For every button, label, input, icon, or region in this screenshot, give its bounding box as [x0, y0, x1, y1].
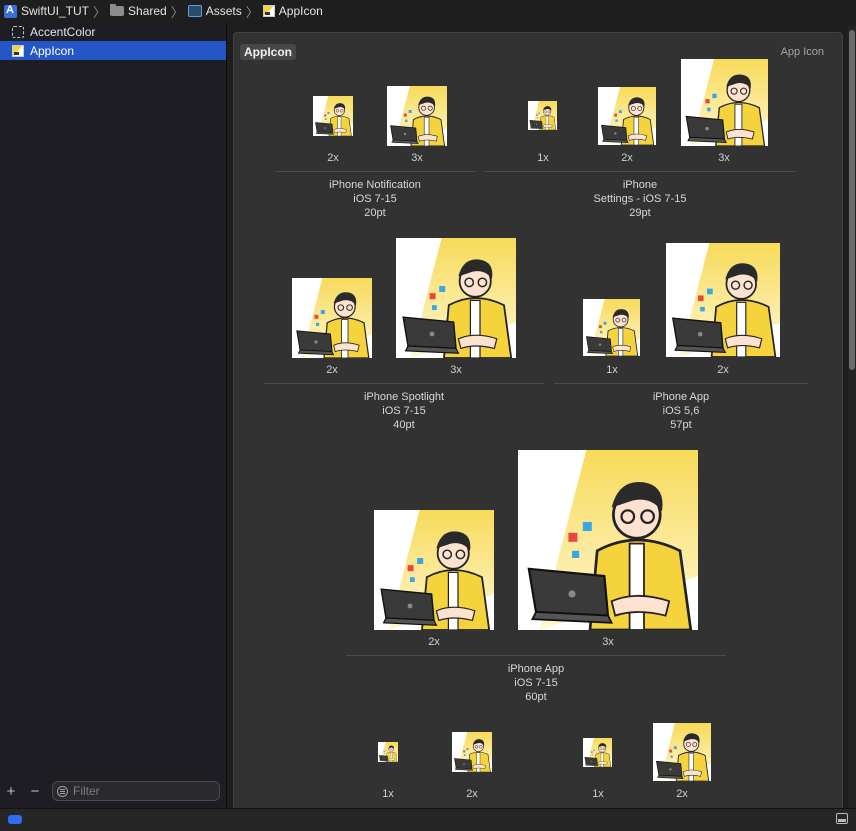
panel-type-label: App Icon — [780, 46, 824, 58]
icon-slot-settings-2x[interactable] — [598, 87, 656, 145]
group-divider — [264, 383, 544, 384]
size-label: 60pt — [525, 691, 547, 703]
group-caption-spotlight: iPhone Spotlight iOS 7-15 40pt — [304, 390, 504, 432]
filter-icon — [57, 785, 68, 797]
breadcrumb-label: SwiftUI_TUT — [21, 4, 90, 18]
icon-slot-notification-2x[interactable] — [313, 96, 353, 136]
icon-slot-row4-right-1x[interactable] — [583, 738, 612, 767]
scale-label: 2x — [717, 364, 729, 376]
device-label: iPhone Spotlight — [363, 391, 445, 403]
group-caption-app57: iPhone App iOS 5,6 57pt — [581, 390, 781, 432]
activity-indicator-icon — [8, 815, 22, 824]
chevron-right-icon: 〉 — [93, 4, 107, 20]
size-label: 29pt — [629, 207, 651, 219]
breadcrumb-assets[interactable]: Assets — [187, 4, 242, 18]
icon-slot-spotlight-2x[interactable] — [292, 278, 372, 358]
asset-catalog-icon — [187, 5, 202, 17]
group-divider — [275, 171, 475, 172]
group-caption-notification: iPhone Notification iOS 7-15 20pt — [275, 178, 475, 220]
app-icon-set-icon — [262, 5, 275, 17]
icon-slot-notification-3x[interactable] — [387, 86, 447, 146]
sidebar-item-label: AppIcon — [30, 43, 75, 58]
breadcrumb-label: AppIcon — [278, 4, 323, 18]
os-label: iOS 5,6 — [662, 405, 700, 417]
os-label: iOS 7-15 — [514, 677, 558, 689]
scale-label: 2x — [676, 788, 688, 800]
group-divider — [346, 655, 726, 656]
scale-label: 3x — [450, 364, 462, 376]
scale-label: 1x — [537, 152, 549, 164]
size-label: 57pt — [670, 419, 692, 431]
scrollbar-thumb[interactable] — [849, 30, 855, 370]
group-caption-settings: iPhone Settings - iOS 7-15 29pt — [540, 178, 740, 220]
icon-slot-row4-left-2x[interactable] — [452, 732, 492, 772]
scale-label: 2x — [621, 152, 633, 164]
scale-label: 2x — [428, 636, 440, 648]
scale-label: 3x — [602, 636, 614, 648]
breadcrumb-project[interactable]: SwiftUI_TUT — [4, 4, 89, 18]
remove-button[interactable]: − — [28, 783, 42, 800]
add-button[interactable]: + — [4, 783, 18, 800]
scale-label: 1x — [606, 364, 618, 376]
panel-title: AppIcon — [240, 44, 296, 60]
icon-slot-spotlight-3x[interactable] — [396, 238, 516, 358]
breadcrumb-label: Shared — [128, 4, 167, 18]
icon-slot-app57-1x[interactable] — [583, 299, 640, 356]
breadcrumb: SwiftUI_TUT 〉 Shared 〉 Assets 〉 AppIcon — [0, 0, 856, 22]
filter-field[interactable] — [52, 781, 220, 801]
icon-slot-row4-right-2x[interactable] — [653, 723, 711, 781]
device-label: iPhone App — [507, 663, 565, 675]
toggle-debug-area-icon[interactable] — [836, 813, 848, 824]
scale-label: 3x — [718, 152, 730, 164]
os-label: Settings - iOS 7-15 — [593, 193, 687, 205]
device-label: iPhone — [622, 179, 658, 191]
os-label: iOS 7-15 — [382, 405, 426, 417]
filter-input[interactable] — [73, 784, 203, 798]
chevron-right-icon: 〉 — [245, 4, 259, 20]
asset-editor: AppIcon App Icon 2x 3x iPhone Notificati… — [227, 22, 856, 810]
sidebar-item-appicon[interactable]: AppIcon — [0, 41, 226, 60]
app-icon-set-icon — [12, 44, 24, 57]
size-label: 40pt — [393, 419, 415, 431]
sidebar-item-accentcolor[interactable]: AccentColor — [0, 22, 226, 41]
color-set-icon — [12, 25, 24, 38]
group-divider — [485, 171, 795, 172]
scale-label: 1x — [382, 788, 394, 800]
breadcrumb-folder[interactable]: Shared — [110, 4, 167, 18]
scale-label: 3x — [411, 152, 423, 164]
icon-slot-app57-2x[interactable] — [666, 243, 780, 357]
status-bar — [0, 808, 856, 831]
scale-label: 2x — [466, 788, 478, 800]
breadcrumb-label: Assets — [205, 4, 242, 18]
chevron-right-icon: 〉 — [170, 4, 184, 20]
asset-sidebar: AccentColor AppIcon + − — [0, 22, 227, 808]
group-caption-app60: iPhone App iOS 7-15 60pt — [436, 662, 636, 704]
xcode-project-icon — [4, 4, 17, 18]
folder-icon — [110, 4, 125, 16]
device-label: iPhone App — [652, 391, 710, 403]
breadcrumb-appicon[interactable]: AppIcon — [262, 4, 323, 18]
scale-label: 1x — [592, 788, 604, 800]
icon-slot-settings-3x[interactable] — [681, 59, 768, 146]
icon-slot-app60-3x[interactable] — [518, 450, 698, 630]
group-divider — [554, 383, 808, 384]
scale-label: 2x — [326, 364, 338, 376]
sidebar-item-label: AccentColor — [30, 24, 96, 39]
scale-label: 2x — [327, 152, 339, 164]
vertical-scrollbar[interactable] — [848, 26, 856, 808]
sidebar-footer: + − — [0, 774, 226, 808]
icon-slot-app60-2x[interactable] — [374, 510, 494, 630]
os-label: iOS 7-15 — [353, 193, 397, 205]
device-label: iPhone Notification — [329, 179, 421, 191]
size-label: 20pt — [364, 207, 386, 219]
icon-slot-row4-left-1x[interactable] — [378, 742, 398, 762]
icon-slot-settings-1x[interactable] — [528, 101, 557, 130]
